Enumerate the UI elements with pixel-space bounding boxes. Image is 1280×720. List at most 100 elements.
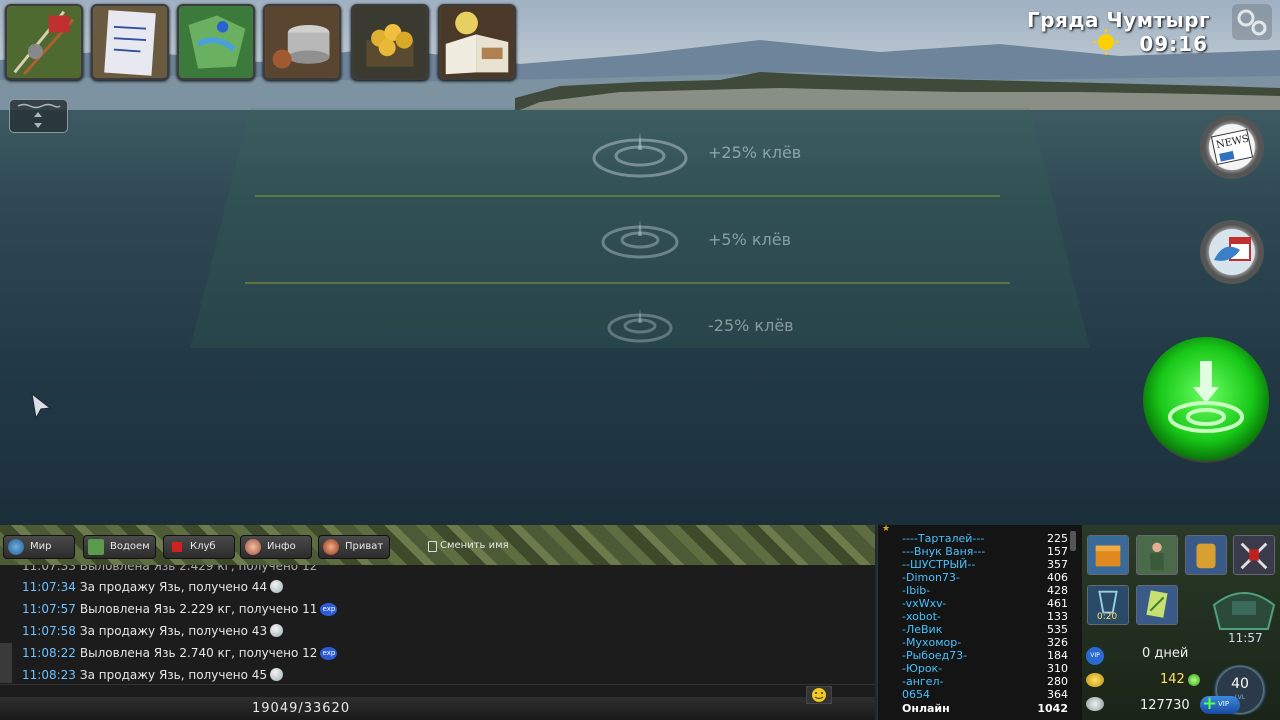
player-row[interactable]: -ангел- 280 [902, 675, 1068, 688]
player-row[interactable]: -xobot- 133 [902, 610, 1068, 623]
licence-icon [1137, 586, 1177, 624]
player-row[interactable]: ---Внук Ваня--- 157 [902, 545, 1068, 558]
chat-line: 11:07:57 Выловлена Язь 2.229 кг, получено… [22, 602, 338, 616]
tab-world[interactable]: Мир [3, 535, 75, 559]
achievements-slot[interactable] [1233, 535, 1275, 575]
ripple-icon [607, 309, 673, 343]
chat-line-partial: 11:07:33 Выловлена Язь 2.429 кг, получен… [22, 565, 318, 573]
chat-line: 11:08:22 Выловлена Язь 2.740 кг, получено… [22, 646, 338, 660]
plus-icon: + [1202, 693, 1218, 714]
player-row[interactable]: 0654 364 [902, 688, 1068, 701]
coin-icon [270, 624, 284, 637]
map-icon [88, 539, 104, 555]
player-list-scrollbar[interactable] [1070, 531, 1076, 551]
inventory-panel: 0:20 11:57 VIP 0 дней 40 LVL 142 127730 … [1082, 525, 1280, 720]
chat-scrollbar[interactable] [0, 643, 12, 683]
cast-button[interactable] [1143, 337, 1269, 463]
info-avatar-icon [245, 539, 261, 555]
tab-pond[interactable]: Водоем [83, 535, 156, 559]
coin-icon [270, 580, 284, 593]
licence-slot[interactable] [1136, 585, 1178, 625]
online-count-row: Онлайн 1042 [902, 702, 1068, 715]
tab-info[interactable]: Инфо [240, 535, 312, 559]
calendar-button[interactable] [1200, 220, 1264, 284]
silver-coins-icon [1086, 697, 1104, 711]
tab-club[interactable]: Клуб [163, 535, 235, 559]
slot-timer: 0:20 [1097, 612, 1118, 622]
quests-button[interactable] [91, 4, 169, 80]
player-row[interactable]: -ЛеВик 535 [902, 623, 1068, 636]
chat-line: 11:08:23 За продажу Язь, получено 45 [22, 668, 284, 682]
gear-icon [1237, 9, 1267, 36]
bite-zone-label: -25% клёв [708, 316, 794, 335]
level-value: 40 [1231, 676, 1249, 692]
chest-icon [1088, 536, 1128, 574]
map-button[interactable] [177, 4, 255, 80]
private-avatar-icon [323, 539, 339, 555]
add-vip-button[interactable]: + VIP [1200, 693, 1240, 714]
journal-button[interactable] [438, 4, 516, 80]
player-row[interactable]: -Рыбоед73- 184 [902, 649, 1068, 662]
bait-button[interactable] [263, 4, 341, 80]
clock-display: 11:57 [1228, 631, 1263, 645]
green-coins-value: 142 [1160, 672, 1185, 687]
map-icon [179, 6, 253, 78]
globe-icon [8, 539, 24, 555]
player-list[interactable]: ★ ----Тарталей--- 225 ---Внук Ваня--- 157 … [877, 524, 1083, 720]
depth-toggle-button[interactable] [9, 99, 68, 133]
rename-icon [428, 541, 437, 552]
add-vip-label: VIP [1218, 700, 1230, 708]
player-row[interactable]: --ШУСТРЫЙ-- 357 [902, 558, 1068, 571]
pot-icon [265, 6, 339, 78]
tackle-button[interactable] [5, 4, 83, 80]
keepnet-slot[interactable]: 0:20 [1087, 585, 1129, 625]
gold-coins-icon [1086, 673, 1104, 687]
chat-input[interactable] [0, 684, 875, 698]
coin-icon [270, 668, 284, 681]
silver-value: 127730 [1140, 698, 1190, 713]
player-row[interactable]: -Ibib- 428 [902, 584, 1068, 597]
player-row[interactable]: -vxWxv- 461 [902, 597, 1068, 610]
chat-tabbar: Мир Водоем Клуб Инфо Приват Сменить имя [0, 525, 875, 565]
rename-button[interactable]: Сменить имя [420, 535, 516, 559]
sun-icon [1093, 29, 1119, 55]
player-row[interactable]: -Dimon73- 406 [902, 571, 1068, 584]
chat-line: 11:07:58 За продажу Язь, получено 43 [22, 624, 284, 638]
chest-slot[interactable] [1087, 535, 1129, 575]
cursor-icon [31, 392, 52, 420]
chat-footer [0, 697, 875, 720]
coins-icon [353, 6, 427, 78]
bite-zone-label: +5% клёв [708, 230, 792, 249]
shop-button[interactable] [351, 4, 429, 80]
settings-button[interactable] [1232, 4, 1272, 40]
player-row[interactable]: -Мухомор- 326 [902, 636, 1068, 649]
ripple-icon [601, 220, 679, 259]
experience-counter: 19049/33620 [252, 701, 351, 716]
smiley-icon[interactable] [806, 686, 832, 704]
game-scene[interactable]: +25% клёв +5% клёв -25% клёв Гряда Чумты… [0, 0, 1280, 525]
backpack-icon [1186, 536, 1226, 574]
backpack-slot[interactable] [1185, 535, 1227, 575]
bite-zones: +25% клёв +5% клёв -25% клёв [0, 108, 1280, 370]
exp-icon: exp [320, 647, 338, 660]
news-button[interactable]: NEWS [1200, 115, 1264, 179]
star-icon: ★ [882, 524, 891, 534]
tab-private[interactable]: Приват [318, 535, 390, 559]
character-slot[interactable] [1136, 535, 1178, 575]
vip-badge[interactable]: VIP [1086, 647, 1104, 665]
green-coin-icon [1188, 674, 1200, 686]
fisherman-icon [1137, 536, 1177, 574]
player-row[interactable]: ----Тарталей--- 225 [902, 532, 1068, 545]
book-icon [440, 6, 514, 78]
chat-panel: Мир Водоем Клуб Инфо Приват Сменить имя … [0, 525, 875, 720]
calendar-fish-icon [1214, 237, 1251, 261]
exp-icon: exp [320, 603, 338, 616]
fishing-rods-icon [7, 6, 81, 78]
crossed-swords-icon [1234, 536, 1274, 574]
ripple-icon [592, 132, 688, 178]
cast-icon [1168, 361, 1244, 433]
newspaper-icon: NEWS [1210, 128, 1254, 166]
notepad-icon [93, 6, 167, 78]
depth-icon [17, 103, 61, 128]
player-row[interactable]: -Юрок- 310 [902, 662, 1068, 675]
